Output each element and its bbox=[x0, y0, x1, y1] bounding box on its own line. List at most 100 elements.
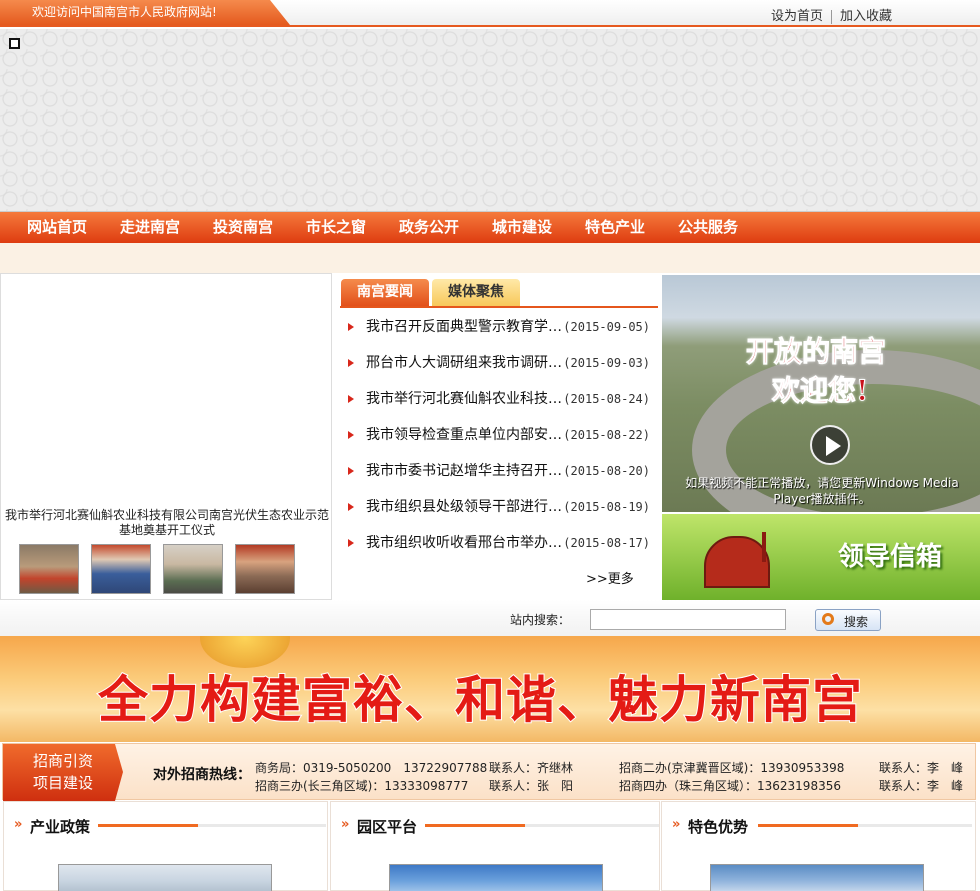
news-item[interactable]: 我市市委书记赵增华主持召开… (2015-08-20) bbox=[348, 461, 658, 481]
bullet-arrow-icon bbox=[348, 539, 354, 547]
mailbox-icon bbox=[704, 536, 770, 588]
video-title-line1: 开放的南宫 bbox=[745, 335, 887, 369]
nav-item-about[interactable]: 走进南宫 bbox=[120, 212, 180, 243]
header-banner bbox=[0, 29, 980, 212]
news-date: (2015-08-17) bbox=[563, 536, 650, 550]
search-icon bbox=[822, 613, 834, 625]
tab-underline bbox=[340, 306, 658, 308]
double-chevron-icon: » bbox=[14, 817, 23, 832]
slogan-banner: 全力构建富裕、和谐、魅力新南宫 bbox=[0, 636, 980, 742]
news-title[interactable]: 邢台市人大调研组来我市调研… bbox=[366, 353, 562, 373]
bullet-arrow-icon bbox=[348, 503, 354, 511]
leader-mailbox-banner[interactable]: 领导信箱 bbox=[662, 514, 980, 600]
news-item[interactable]: 邢台市人大调研组来我市调研… (2015-09-03) bbox=[348, 353, 658, 373]
nav-item-mayor[interactable]: 市长之窗 bbox=[306, 212, 366, 243]
section-title[interactable]: 产业政策 bbox=[30, 816, 90, 837]
nav-item-gov-affairs[interactable]: 政务公开 bbox=[399, 212, 459, 243]
news-date: (2015-08-19) bbox=[563, 500, 650, 514]
news-title[interactable]: 我市领导检查重点单位内部安… bbox=[366, 425, 562, 445]
top-bar: 欢迎访问中国南宫市人民政府网站! 设为首页 加入收藏 bbox=[0, 0, 980, 27]
news-item[interactable]: 我市领导检查重点单位内部安… (2015-08-22) bbox=[348, 425, 658, 445]
photo-thumbnail[interactable] bbox=[19, 544, 79, 594]
nav-item-invest[interactable]: 投资南宫 bbox=[213, 212, 273, 243]
video-title-line2: 欢迎您! bbox=[771, 374, 869, 408]
search-button-label: 搜索 bbox=[844, 615, 869, 629]
photo-news-box: 我市举行河北赛仙斛农业科技有限公司南宫光伏生态农业示范基地奠基开工仪式 bbox=[0, 273, 332, 600]
spacer-strip bbox=[0, 243, 980, 273]
section-park-platform: » 园区平台 bbox=[330, 801, 660, 891]
section-rule bbox=[758, 824, 972, 827]
contact-office-2: 招商二办(京津冀晋区域)：13930953398 bbox=[619, 761, 845, 775]
section-rule bbox=[98, 824, 326, 827]
nav-item-city-build[interactable]: 城市建设 bbox=[492, 212, 552, 243]
play-icon[interactable] bbox=[810, 425, 850, 465]
photo-thumbnail[interactable] bbox=[91, 544, 151, 594]
news-date: (2015-08-22) bbox=[563, 428, 650, 442]
more-link[interactable]: >>更多 bbox=[586, 568, 634, 587]
news-item[interactable]: 我市组织县处级领导干部进行… (2015-08-19) bbox=[348, 497, 658, 517]
news-item[interactable]: 我市举行河北赛仙斛农业科技… (2015-08-24) bbox=[348, 389, 658, 409]
nav-item-public-service[interactable]: 公共服务 bbox=[678, 212, 738, 243]
mailbox-flag-icon bbox=[762, 532, 766, 562]
news-item[interactable]: 我市组织收听收看邢台市举办… (2015-08-17) bbox=[348, 533, 658, 553]
bullet-arrow-icon bbox=[348, 467, 354, 475]
bullet-arrow-icon bbox=[348, 323, 354, 331]
welcome-text: 欢迎访问中国南宫市人民政府网站! bbox=[0, 0, 290, 25]
contact-person: 联系人：齐继林 bbox=[489, 761, 574, 775]
hotline-label: 对外招商热线： bbox=[153, 767, 251, 783]
tab-media-focus[interactable]: 媒体聚焦 bbox=[432, 279, 520, 306]
video-player[interactable]: 开放的南宫 欢迎您! 如果视频不能正常播放，请您更新Windows Media … bbox=[662, 275, 980, 512]
news-title[interactable]: 我市组织县处级领导干部进行… bbox=[366, 497, 562, 517]
bullet-arrow-icon bbox=[348, 431, 354, 439]
search-label: 站内搜索： bbox=[510, 613, 571, 627]
news-date: (2015-09-03) bbox=[563, 356, 650, 370]
search-bar: 站内搜索： 搜索 bbox=[0, 600, 980, 636]
nav-item-home[interactable]: 网站首页 bbox=[27, 212, 87, 243]
contact-person: 联系人：李 峰 bbox=[879, 779, 964, 793]
section-image[interactable] bbox=[389, 864, 603, 891]
news-date: (2015-08-20) bbox=[563, 464, 650, 478]
leader-mailbox-label: 领导信箱 bbox=[838, 542, 943, 572]
news-title[interactable]: 我市市委书记赵增华主持召开… bbox=[366, 461, 562, 481]
investment-tag-line1: 招商引资 bbox=[32, 752, 93, 770]
flash-placeholder-icon[interactable] bbox=[9, 38, 20, 49]
main-nav: 网站首页 走进南宫 投资南宫 市长之窗 政务公开 城市建设 特色产业 公共服务 bbox=[0, 212, 980, 243]
search-input[interactable] bbox=[590, 609, 786, 630]
section-image[interactable] bbox=[710, 864, 924, 891]
video-note: 如果视频不能正常播放，请您更新Windows Media Player播放插件。 bbox=[685, 476, 959, 506]
investment-hotline-strip: 招商引资 项目建设 对外招商热线： 商务局：0319-5050200 13722… bbox=[2, 743, 976, 801]
contact-person: 联系人：张 阳 bbox=[489, 779, 574, 793]
contact-office-3: 招商三办(长三角区域)：13333098777 bbox=[255, 779, 469, 793]
search-button[interactable]: 搜索 bbox=[815, 609, 881, 631]
contact-person: 联系人：李 峰 bbox=[879, 761, 964, 775]
add-favorite-link[interactable]: 加入收藏 bbox=[840, 5, 892, 24]
news-title[interactable]: 我市召开反面典型警示教育学… bbox=[366, 317, 562, 337]
news-title[interactable]: 我市组织收听收看邢台市举办… bbox=[366, 533, 562, 553]
section-featured-advantages: » 特色优势 bbox=[661, 801, 976, 891]
double-chevron-icon: » bbox=[341, 817, 350, 832]
contact-commerce-bureau: 商务局：0319-5050200 13722907788 bbox=[255, 761, 488, 775]
contact-office-4: 招商四办（珠三角区域）：13623198356 bbox=[619, 779, 841, 793]
section-title[interactable]: 特色优势 bbox=[688, 816, 748, 837]
set-home-link[interactable]: 设为首页 bbox=[771, 5, 823, 24]
investment-tag[interactable]: 招商引资 项目建设 bbox=[3, 744, 123, 801]
top-links: 设为首页 加入收藏 bbox=[771, 5, 892, 24]
bullet-arrow-icon bbox=[348, 395, 354, 403]
slogan-text: 全力构建富裕、和谐、魅力新南宫 bbox=[97, 670, 863, 730]
section-rule bbox=[425, 824, 659, 827]
photo-thumbnail[interactable] bbox=[163, 544, 223, 594]
news-title[interactable]: 我市举行河北赛仙斛农业科技… bbox=[366, 389, 562, 409]
news-date: (2015-08-24) bbox=[563, 392, 650, 406]
investment-tag-line2: 项目建设 bbox=[32, 774, 93, 792]
section-image[interactable] bbox=[58, 864, 272, 891]
news-item[interactable]: 我市召开反面典型警示教育学… (2015-09-05) bbox=[348, 317, 658, 337]
divider bbox=[830, 9, 832, 24]
tab-nangong-news[interactable]: 南宫要闻 bbox=[341, 279, 429, 306]
photo-news-caption[interactable]: 我市举行河北赛仙斛农业科技有限公司南宫光伏生态农业示范基地奠基开工仪式 bbox=[3, 508, 331, 538]
news-panel: 南宫要闻 媒体聚焦 我市召开反面典型警示教育学… (2015-09-05) 邢台… bbox=[340, 273, 658, 600]
bullet-arrow-icon bbox=[348, 359, 354, 367]
section-title[interactable]: 园区平台 bbox=[357, 816, 417, 837]
news-date: (2015-09-05) bbox=[563, 320, 650, 334]
photo-thumbnail[interactable] bbox=[235, 544, 295, 594]
nav-item-industry[interactable]: 特色产业 bbox=[585, 212, 645, 243]
